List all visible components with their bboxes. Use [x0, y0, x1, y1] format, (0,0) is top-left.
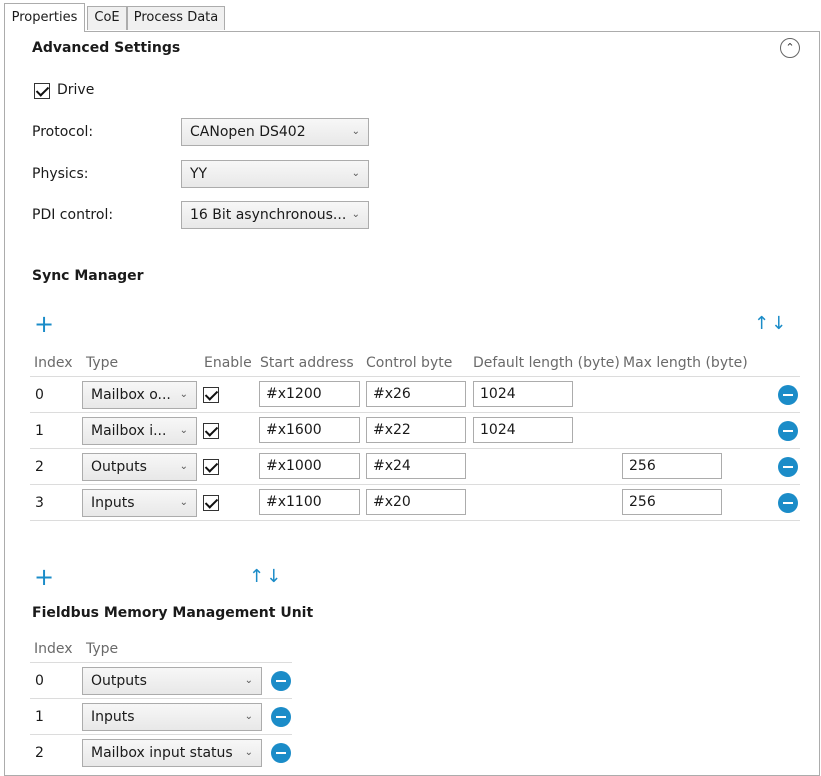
pdi-control-select[interactable]: 16 Bit asynchronous... ⌄ — [181, 201, 369, 229]
row-index: 1 — [35, 423, 44, 439]
chevron-down-icon: ⌄ — [244, 711, 253, 722]
control-byte-field[interactable]: #x24 — [366, 453, 466, 479]
type-value: Mailbox input status — [91, 745, 233, 761]
start-address-field[interactable]: #x1600 — [259, 417, 360, 443]
remove-row-icon[interactable] — [778, 457, 798, 477]
row-index: 0 — [35, 387, 44, 403]
row-divider — [30, 376, 800, 377]
tab-coe[interactable]: CoE — [87, 6, 127, 30]
type-value: Inputs — [91, 709, 135, 725]
drive-label: Drive — [57, 82, 95, 98]
chevron-down-icon: ⌄ — [179, 389, 188, 400]
chevron-down-icon: ⌄ — [351, 126, 360, 137]
fmmu-title: Fieldbus Memory Management Unit — [32, 605, 314, 621]
move-up-down-icon[interactable]: ↑↓ — [249, 567, 283, 587]
max-length-field[interactable]: 256 — [622, 453, 722, 479]
row-divider — [30, 662, 292, 663]
col-header-enable: Enable — [204, 355, 252, 371]
default-length-field[interactable]: 1024 — [473, 417, 573, 443]
remove-row-icon[interactable] — [271, 707, 291, 727]
move-up-down-icon[interactable]: ↑↓ — [754, 314, 788, 334]
physics-value: YY — [190, 166, 208, 182]
chevron-down-icon: ⌄ — [244, 675, 253, 686]
row-divider — [30, 484, 800, 485]
type-value: Outputs — [91, 673, 147, 689]
chevron-down-icon: ⌄ — [351, 168, 360, 179]
type-value: Mailbox i... — [91, 423, 167, 439]
advanced-settings-title: Advanced Settings — [32, 40, 181, 56]
protocol-select[interactable]: CANopen DS402 ⌄ — [181, 118, 369, 146]
tab-properties[interactable]: Properties — [4, 3, 85, 32]
col-header-control-byte: Control byte — [366, 355, 453, 371]
row-divider — [30, 698, 292, 699]
col-header-default-length: Default length (byte) — [473, 355, 620, 371]
row-divider — [30, 520, 800, 521]
chevron-down-icon: ⌄ — [244, 747, 253, 758]
enable-checkbox[interactable] — [203, 459, 219, 475]
add-fmmu-icon[interactable]: + — [34, 565, 54, 589]
max-length-field[interactable]: 256 — [622, 489, 722, 515]
start-address-field[interactable]: #x1000 — [259, 453, 360, 479]
col-header-index: Index — [34, 641, 73, 657]
type-select[interactable]: Outputs ⌄ — [82, 453, 197, 481]
remove-row-icon[interactable] — [271, 743, 291, 763]
remove-row-icon[interactable] — [778, 421, 798, 441]
col-header-start-address: Start address — [260, 355, 354, 371]
row-index: 0 — [35, 673, 44, 689]
default-length-field[interactable]: 1024 — [473, 381, 573, 407]
enable-checkbox[interactable] — [203, 495, 219, 511]
start-address-field[interactable]: #x1200 — [259, 381, 360, 407]
chevron-down-icon: ⌄ — [351, 209, 360, 220]
type-select[interactable]: Mailbox o... ⌄ — [82, 381, 197, 409]
row-index: 2 — [35, 459, 44, 475]
enable-checkbox[interactable] — [203, 423, 219, 439]
pdi-control-label: PDI control: — [32, 207, 114, 223]
col-header-type: Type — [86, 355, 119, 371]
type-select[interactable]: Inputs ⌄ — [82, 489, 197, 517]
collapse-icon[interactable]: ⌃ — [780, 38, 800, 58]
physics-select[interactable]: YY ⌄ — [181, 160, 369, 188]
remove-row-icon[interactable] — [778, 385, 798, 405]
col-header-max-length: Max length (byte) — [623, 355, 748, 371]
enable-checkbox[interactable] — [203, 387, 219, 403]
control-byte-field[interactable]: #x26 — [366, 381, 466, 407]
chevron-down-icon: ⌄ — [179, 461, 188, 472]
control-byte-field[interactable]: #x20 — [366, 489, 466, 515]
protocol-value: CANopen DS402 — [190, 124, 306, 140]
drive-checkbox[interactable] — [34, 83, 50, 99]
tab-process-data[interactable]: Process Data — [127, 6, 225, 30]
chevron-down-icon: ⌄ — [179, 425, 188, 436]
start-address-field[interactable]: #x1100 — [259, 489, 360, 515]
type-value: Inputs — [91, 495, 135, 511]
fmmu-type-select[interactable]: Outputs ⌄ — [82, 667, 262, 695]
sync-manager-title: Sync Manager — [32, 268, 144, 284]
protocol-label: Protocol: — [32, 124, 94, 140]
type-select[interactable]: Mailbox i... ⌄ — [82, 417, 197, 445]
physics-label: Physics: — [32, 166, 89, 182]
row-index: 3 — [35, 495, 44, 511]
add-sync-manager-icon[interactable]: + — [34, 312, 54, 336]
type-value: Mailbox o... — [91, 387, 171, 403]
remove-row-icon[interactable] — [778, 493, 798, 513]
row-index: 2 — [35, 745, 44, 761]
chevron-down-icon: ⌄ — [179, 497, 188, 508]
row-divider — [30, 448, 800, 449]
row-divider — [30, 734, 292, 735]
type-value: Outputs — [91, 459, 147, 475]
row-index: 1 — [35, 709, 44, 725]
pdi-control-value: 16 Bit asynchronous... — [190, 207, 347, 223]
control-byte-field[interactable]: #x22 — [366, 417, 466, 443]
row-divider — [30, 412, 800, 413]
col-header-index: Index — [34, 355, 73, 371]
remove-row-icon[interactable] — [271, 671, 291, 691]
col-header-type: Type — [86, 641, 119, 657]
tab-bar: Properties CoE Process Data — [0, 0, 821, 32]
fmmu-type-select[interactable]: Mailbox input status ⌄ — [82, 739, 262, 767]
fmmu-type-select[interactable]: Inputs ⌄ — [82, 703, 262, 731]
